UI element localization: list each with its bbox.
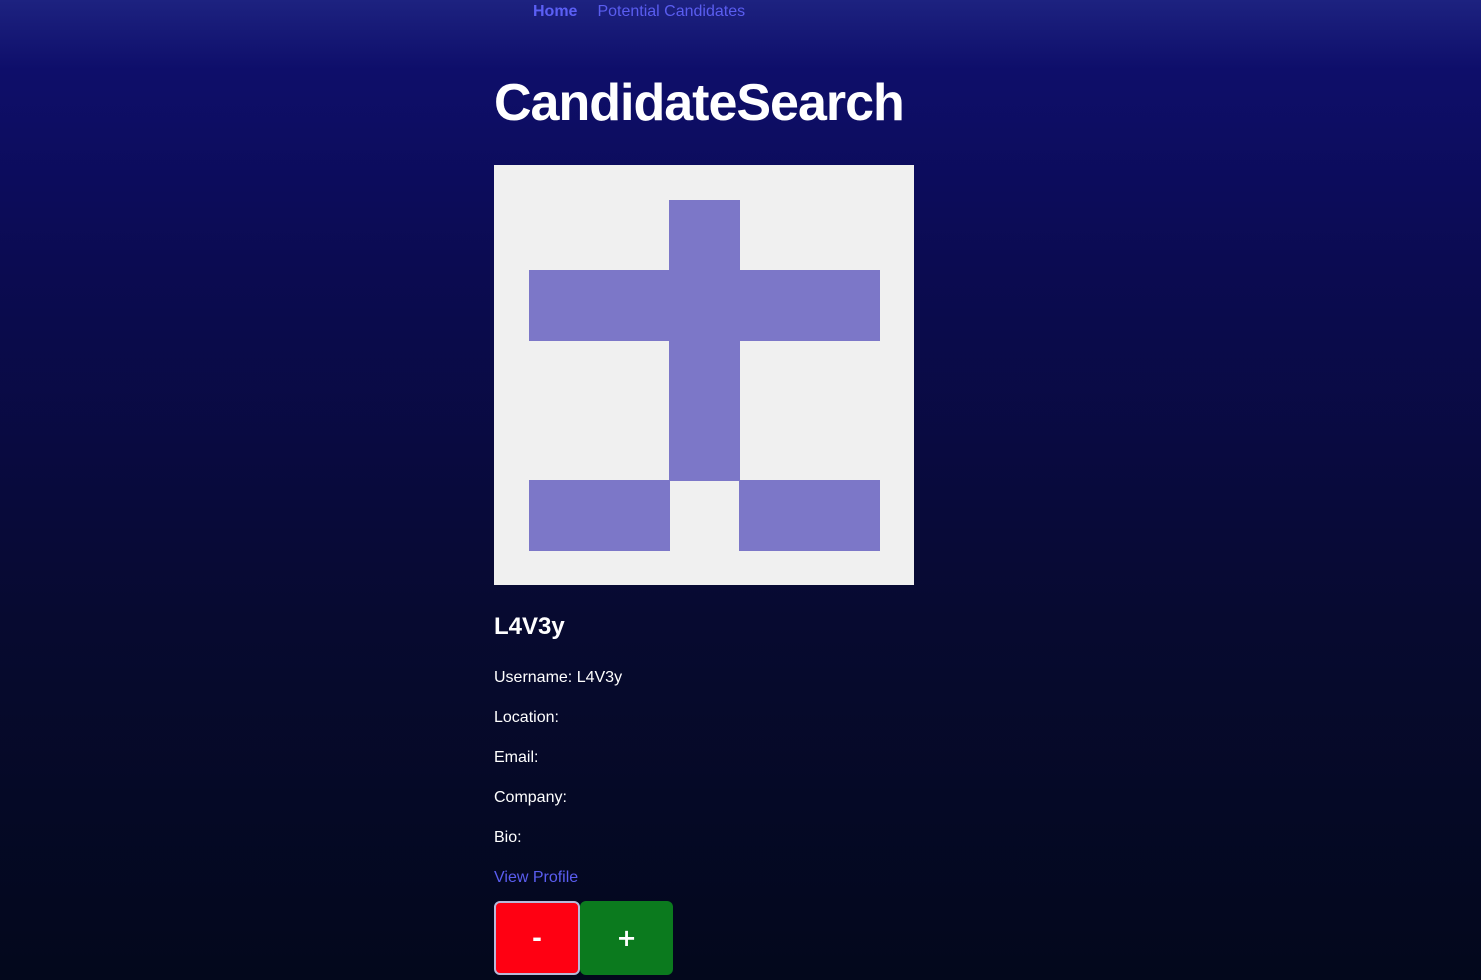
reject-candidate-button[interactable]: - (494, 901, 580, 975)
view-profile-link[interactable]: View Profile (494, 869, 578, 887)
avatar-block (529, 270, 880, 341)
nav-potential-candidates-link[interactable]: Potential Candidates (597, 3, 745, 21)
nav-home-link[interactable]: Home (533, 3, 577, 21)
avatar-block (739, 480, 880, 551)
candidate-avatar (494, 165, 914, 585)
page-title: CandidateSearch (494, 74, 905, 132)
accept-candidate-button[interactable]: + (580, 901, 673, 975)
avatar-block (529, 480, 670, 551)
candidate-bio: Bio: (494, 829, 522, 846)
top-nav: Home Potential Candidates (533, 3, 745, 21)
candidate-email: Email: (494, 749, 539, 766)
candidate-name: L4V3y (494, 613, 565, 640)
candidate-username: Username: L4V3y (494, 669, 623, 686)
avatar-block (669, 200, 740, 271)
candidate-location: Location: (494, 709, 559, 726)
avatar-block (669, 340, 740, 481)
candidate-company: Company: (494, 789, 567, 806)
